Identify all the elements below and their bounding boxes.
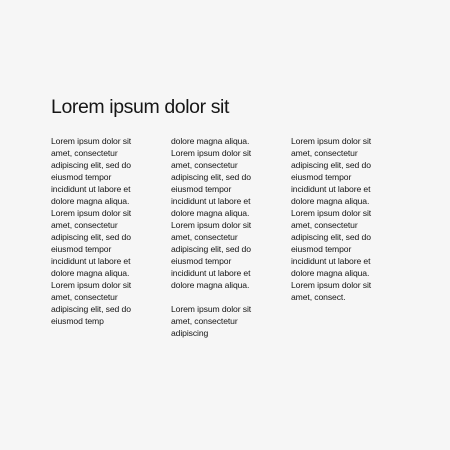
body-text-line: incididunt ut labore et <box>291 256 371 266</box>
body-text-line: amet, consectetur <box>51 292 118 302</box>
body-text-line: Lorem ipsum dolor sit <box>291 280 372 290</box>
body-text-line: Lorem ipsum dolor sit <box>291 208 372 218</box>
body-text-line: incididunt ut labore et <box>51 184 131 194</box>
body-text-line: amet, consectetur <box>291 148 358 158</box>
body-text-line: incididunt ut labore et <box>51 256 131 266</box>
body-text-line: eiusmod tempor <box>291 244 352 254</box>
document-page: Lorem ipsum dolor sit Lorem ipsum dolor … <box>0 0 450 450</box>
body-text-line: Lorem ipsum dolor sit <box>51 208 132 218</box>
body-text-line: eiusmod tempor <box>51 244 112 254</box>
body-text-line: eiusmod tempor <box>51 172 112 182</box>
body-text-line: adipiscing elit, sed do <box>51 160 131 170</box>
body-text-line: Lorem ipsum dolor sit <box>171 148 252 158</box>
body-text-line: amet, consectetur <box>51 148 118 158</box>
body-text-line: eiusmod tempor <box>171 184 232 194</box>
body-text-line: amet, consectetur <box>171 232 238 242</box>
body-text-line: dolore magna aliqua. <box>171 280 250 290</box>
body-text-line: amet, consectetur <box>51 220 118 230</box>
body-text-line: incididunt ut labore et <box>171 196 251 206</box>
body-text-line: amet, consect. <box>291 292 346 302</box>
body-text-line: Lorem ipsum dolor sit <box>291 136 372 146</box>
page-title: Lorem ipsum dolor sit <box>51 96 230 118</box>
body-text-line: amet, consectetur <box>291 220 358 230</box>
body-text-line: incididunt ut labore et <box>171 268 251 278</box>
body-text-line: dolore magna aliqua. <box>291 196 370 206</box>
body-text-line: Lorem ipsum dolor sit <box>51 136 132 146</box>
body-text-line: dolore magna aliqua. <box>171 208 250 218</box>
body-text-line: dolore magna aliqua. <box>171 136 250 146</box>
body-text-line: Lorem ipsum dolor sit <box>171 220 252 230</box>
body-text-line: adipiscing elit, sed do <box>291 232 371 242</box>
body-text-line: dolore magna aliqua. <box>291 268 370 278</box>
paragraph-break <box>171 291 281 303</box>
body-text-line: Lorem ipsum dolor sit <box>171 304 252 314</box>
body-text-line: adipiscing elit, sed do <box>51 232 131 242</box>
body-text-line: dolore magna aliqua. <box>51 196 130 206</box>
body-text-line: adipiscing elit, sed do <box>171 244 251 254</box>
body-text-line: adipiscing elit, sed do <box>51 304 131 314</box>
body-text-line: adipiscing elit, sed do <box>291 160 371 170</box>
text-column-3: Lorem ipsum dolor sit amet, consectetur ad… <box>291 135 401 303</box>
body-text-line: amet, consectetur <box>171 160 238 170</box>
body-text-line: Lorem ipsum dolor sit <box>51 280 132 290</box>
text-column-2: dolore magna aliqua. Lorem ipsum dolor si… <box>171 135 281 339</box>
body-text-line: eiusmod tempor <box>291 172 352 182</box>
body-text-line: adipiscing <box>171 328 209 338</box>
body-text-line: amet, consectetur <box>171 316 238 326</box>
body-text-line: dolore magna aliqua. <box>51 268 130 278</box>
body-text-line: eiusmod tempor <box>171 256 232 266</box>
text-column-1: Lorem ipsum dolor sit amet, consectetur ad… <box>51 135 161 327</box>
body-text-line: incididunt ut labore et <box>291 184 371 194</box>
body-text-line: adipiscing elit, sed do <box>171 172 251 182</box>
body-text-line: eiusmod temp <box>51 316 104 326</box>
